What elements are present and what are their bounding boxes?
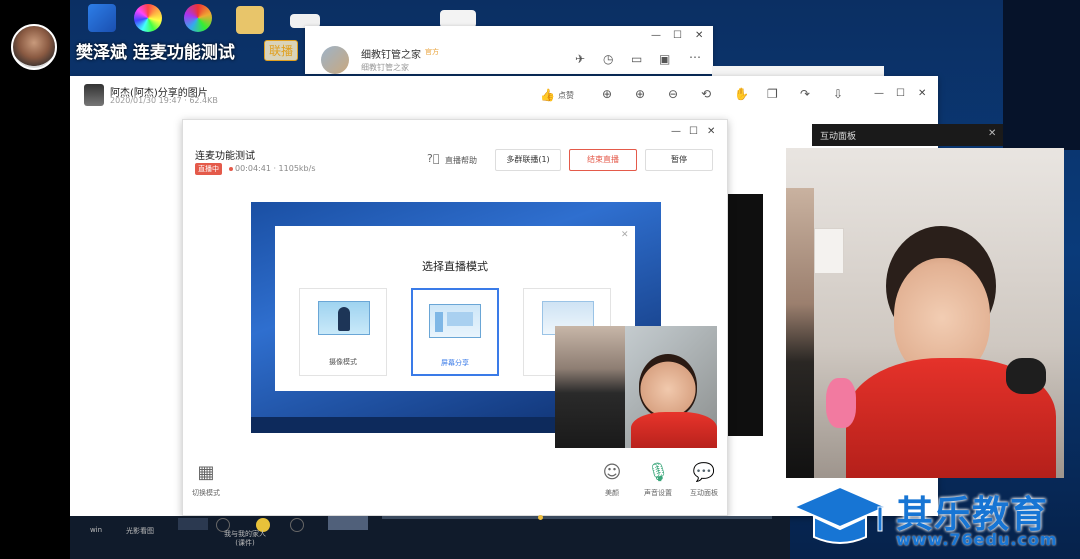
- window-edge: [712, 66, 884, 76]
- watermark-url: www.76edu.com: [896, 530, 1058, 549]
- maximize-button[interactable]: ☐: [896, 88, 905, 99]
- mode-card-camera[interactable]: 摄像模式: [299, 288, 387, 376]
- sender-avatar: [84, 84, 104, 106]
- close-button[interactable]: ✕: [918, 88, 926, 99]
- video-icon[interactable]: ▣: [659, 52, 670, 66]
- folder-icon[interactable]: [236, 6, 264, 34]
- taskbar-app-icon[interactable]: [328, 516, 368, 530]
- zoom-fit-icon[interactable]: ⊕: [635, 87, 645, 101]
- maximize-button[interactable]: ☐: [673, 30, 682, 41]
- taskbar-item[interactable]: 光影看图: [118, 526, 162, 536]
- folder-icon[interactable]: ▭: [631, 52, 642, 66]
- zoom-in-icon[interactable]: ⊕: [602, 87, 612, 101]
- download-icon[interactable]: ⇩: [833, 87, 843, 101]
- zoom-out-icon[interactable]: ⊖: [668, 87, 678, 101]
- beauty-icon[interactable]: ☺: [599, 462, 625, 483]
- pause-button[interactable]: 暂停: [645, 149, 713, 171]
- dark-panel: [727, 194, 763, 436]
- taskbar-circle-icon[interactable]: [290, 518, 304, 532]
- cap-tassel: [877, 506, 883, 532]
- taskbar-app-icon[interactable]: [178, 518, 208, 530]
- chat-name: 细教钉管之家: [361, 50, 421, 61]
- live-help-link[interactable]: 直播帮助: [445, 155, 477, 166]
- progress-dot: [538, 515, 543, 520]
- dark-toy: [1006, 358, 1046, 394]
- link-live-badge: 联播: [264, 40, 299, 61]
- multi-group-button[interactable]: 多群联播(1): [495, 149, 561, 171]
- live-title: 连麦功能测试: [195, 151, 255, 162]
- wall-switch: [814, 228, 844, 274]
- interaction-panel-header: 互动面板 ✕: [812, 124, 1004, 146]
- taskbar-item[interactable]: win: [82, 526, 110, 534]
- maximize-button[interactable]: ☐: [689, 126, 698, 137]
- help-icon[interactable]: ?⃝: [427, 152, 439, 165]
- main-video-feed: [786, 148, 1064, 478]
- chat-bubble-icon[interactable]: 💬: [691, 462, 717, 483]
- live-duration-bitrate: 00:04:41 · 1105kb/s: [235, 164, 316, 173]
- official-tag: 官方: [425, 48, 439, 56]
- switch-mode-icon[interactable]: ▦: [193, 462, 219, 483]
- webcam-overlay: [555, 326, 717, 448]
- child-red-jacket: [631, 412, 717, 448]
- graduation-cap-logo: [792, 485, 888, 544]
- color-wheel-icon[interactable]: [134, 4, 162, 32]
- desktop-app-icon[interactable]: [88, 4, 116, 32]
- mode-label-screen-share: 屏幕分享: [441, 359, 469, 367]
- clock-icon[interactable]: ◷: [603, 52, 613, 66]
- send-icon[interactable]: ✈: [575, 52, 585, 66]
- minimize-button[interactable]: —: [874, 88, 884, 99]
- mode-dialog-title: 选择直播模式: [422, 260, 488, 273]
- presenter-avatar: [11, 24, 57, 70]
- pink-toy: [826, 378, 856, 428]
- color-wheel-icon[interactable]: [184, 4, 212, 32]
- window-icon: [435, 312, 443, 332]
- taskbar: win 光影看图 我与我的家人 (课件): [70, 515, 790, 559]
- recording-dot: [229, 167, 233, 171]
- taskbar-item[interactable]: 我与我的家人 (课件): [220, 530, 270, 548]
- live-stream-panel: — ☐ ✕ 连麦功能测试 直播中 00:04:41 · 1105kb/s ?⃝ …: [182, 119, 728, 516]
- child-face: [639, 354, 697, 418]
- mode-label-camera: 摄像模式: [329, 358, 357, 366]
- adult-figure: [555, 326, 625, 448]
- interact-panel-label[interactable]: 互动面板: [685, 488, 723, 498]
- live-status-badge: 直播中: [195, 163, 222, 175]
- like-icon[interactable]: 👍: [540, 88, 555, 102]
- right-dark-area: [1003, 0, 1080, 150]
- minimize-button[interactable]: —: [671, 126, 681, 137]
- adult-figure: [786, 188, 814, 478]
- chat-avatar: [321, 46, 349, 74]
- cap-top: [792, 485, 888, 529]
- rotate-icon[interactable]: ⟲: [701, 87, 711, 101]
- forward-icon[interactable]: ↷: [800, 87, 810, 101]
- switch-mode-label[interactable]: 切换模式: [187, 488, 225, 498]
- beauty-label[interactable]: 美颜: [599, 488, 625, 498]
- chat-window: 细教钉管之家 官方 细教钉管之家 ✈ ◷ ▭ ▣ ⋯ — ☐ ✕: [305, 26, 713, 74]
- progress-line: [382, 516, 772, 519]
- close-icon[interactable]: ✕: [988, 128, 996, 139]
- person-icon: [338, 307, 350, 331]
- left-black-border: [0, 0, 70, 559]
- chat-subtitle: 细教钉管之家: [361, 63, 409, 72]
- interaction-panel-title: 互动面板: [820, 132, 857, 142]
- copy-icon[interactable]: ❐: [767, 87, 778, 101]
- end-live-button[interactable]: 结束直播: [569, 149, 637, 171]
- more-icon[interactable]: ⋯: [689, 50, 701, 64]
- presenter-name: 樊泽斌 连麦功能测试: [76, 43, 235, 63]
- close-button[interactable]: ✕: [707, 126, 715, 137]
- close-button[interactable]: ✕: [695, 30, 703, 41]
- viewer-meta: 2020/01/30 19:47 · 62.4KB: [110, 96, 218, 105]
- microphone-icon[interactable]: 🎙: [645, 462, 671, 483]
- dialog-close-icon[interactable]: ✕: [621, 230, 629, 240]
- hand-icon[interactable]: ✋: [734, 87, 749, 101]
- like-label[interactable]: 点赞: [558, 90, 574, 101]
- audio-settings-label[interactable]: 声音设置: [639, 488, 677, 498]
- mode-card-screen-share[interactable]: 屏幕分享: [411, 288, 499, 376]
- window-icon: [447, 312, 473, 326]
- minimize-button[interactable]: —: [651, 30, 661, 41]
